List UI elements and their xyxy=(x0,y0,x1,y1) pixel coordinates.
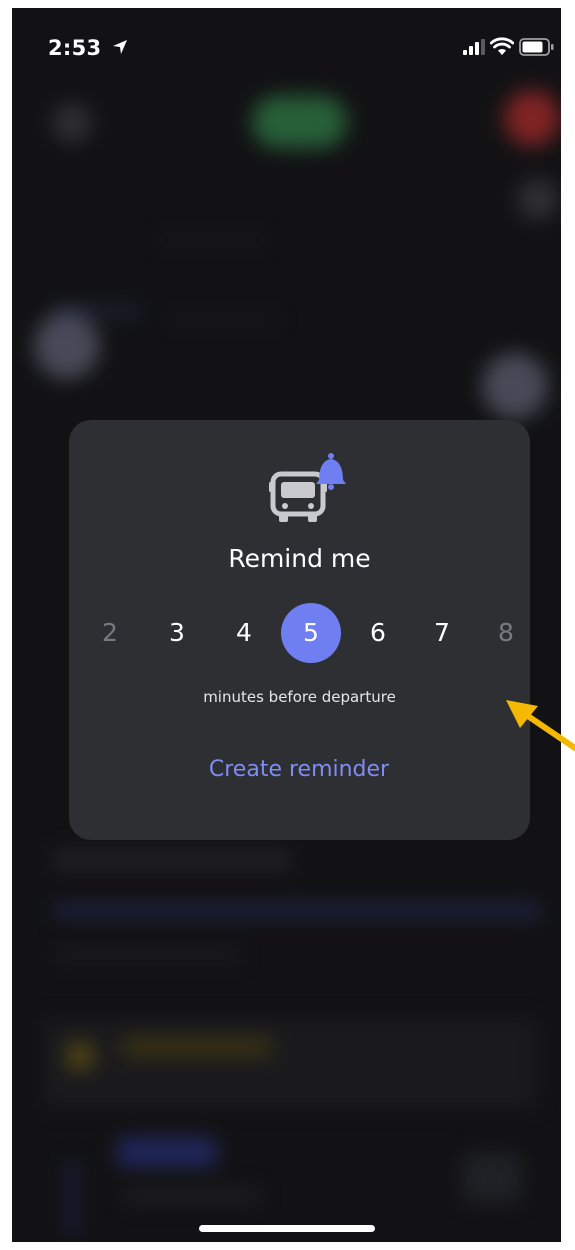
minute-option-7[interactable]: 7 xyxy=(412,603,472,663)
home-indicator[interactable] xyxy=(199,1225,375,1232)
arrow-icon xyxy=(506,700,575,751)
reminder-card: Remind me 2 3 4 5 6 7 8 minutes before d… xyxy=(69,420,530,840)
cellular-signal-icon xyxy=(463,39,485,55)
minute-option-3[interactable]: 3 xyxy=(147,603,207,663)
minute-option-4[interactable]: 4 xyxy=(214,603,274,663)
battery-icon xyxy=(519,38,554,56)
phone-screen: 2:53 Remind me 2 3 4 5 6 7 8 minutes bef… xyxy=(12,8,561,1242)
wifi-icon xyxy=(490,37,514,55)
minute-option-8[interactable]: 8 xyxy=(476,603,536,663)
minute-option-6[interactable]: 6 xyxy=(348,603,408,663)
minutes-picker[interactable]: 2 3 4 5 6 7 8 xyxy=(69,603,530,663)
minute-option-5-selected[interactable]: 5 xyxy=(281,603,341,663)
status-bar: 2:53 xyxy=(12,8,561,78)
create-reminder-button[interactable]: Create reminder xyxy=(149,748,449,792)
reminder-title: Remind me xyxy=(228,544,371,573)
status-time: 2:53 xyxy=(48,36,102,60)
location-arrow-icon xyxy=(113,40,127,54)
bus-bell-icon xyxy=(269,453,346,522)
minute-option-2[interactable]: 2 xyxy=(80,603,140,663)
minutes-caption: minutes before departure xyxy=(203,688,396,706)
